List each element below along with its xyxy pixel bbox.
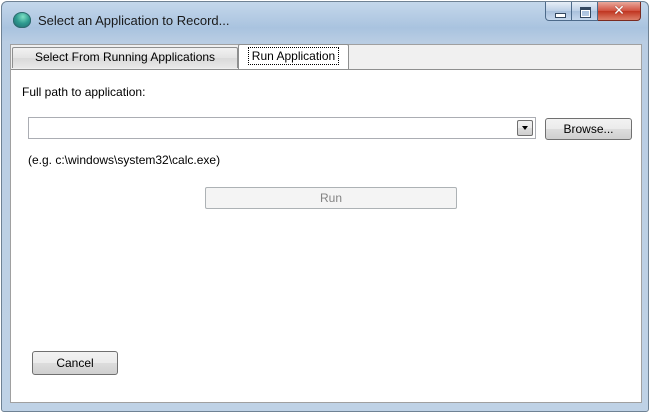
minimize-icon bbox=[555, 13, 566, 18]
path-combobox[interactable] bbox=[28, 117, 536, 139]
chevron-down-icon bbox=[522, 126, 528, 130]
minimize-button[interactable] bbox=[545, 2, 572, 21]
cancel-button[interactable]: Cancel bbox=[32, 351, 118, 375]
maximize-button[interactable] bbox=[572, 2, 598, 21]
window-title: Select an Application to Record... bbox=[38, 13, 230, 28]
example-hint: (e.g. c:\windows\system32\calc.exe) bbox=[28, 153, 221, 167]
app-globe-icon bbox=[13, 12, 31, 28]
tab-select-from-running[interactable]: Select From Running Applications bbox=[12, 47, 238, 68]
close-icon: ✕ bbox=[613, 3, 625, 19]
title-bar[interactable]: Select an Application to Record... ✕ bbox=[2, 2, 648, 36]
tab-run-application[interactable]: Run Application bbox=[238, 44, 349, 69]
browse-button[interactable]: Browse... bbox=[545, 118, 632, 140]
path-label: Full path to application: bbox=[22, 85, 146, 99]
close-button[interactable]: ✕ bbox=[598, 2, 641, 21]
maximize-icon bbox=[580, 7, 591, 18]
tab-label: Run Application bbox=[247, 47, 340, 65]
dialog-client-area: Select From Running Applications Run App… bbox=[10, 44, 642, 403]
tab-label: Select From Running Applications bbox=[34, 50, 216, 64]
dropdown-button[interactable] bbox=[517, 120, 533, 136]
run-application-panel: Full path to application: Browse... (e.g… bbox=[11, 69, 641, 402]
dialog-window: Select an Application to Record... ✕ Sel… bbox=[1, 1, 649, 412]
run-button[interactable]: Run bbox=[205, 187, 457, 209]
caption-buttons: ✕ bbox=[545, 2, 641, 23]
